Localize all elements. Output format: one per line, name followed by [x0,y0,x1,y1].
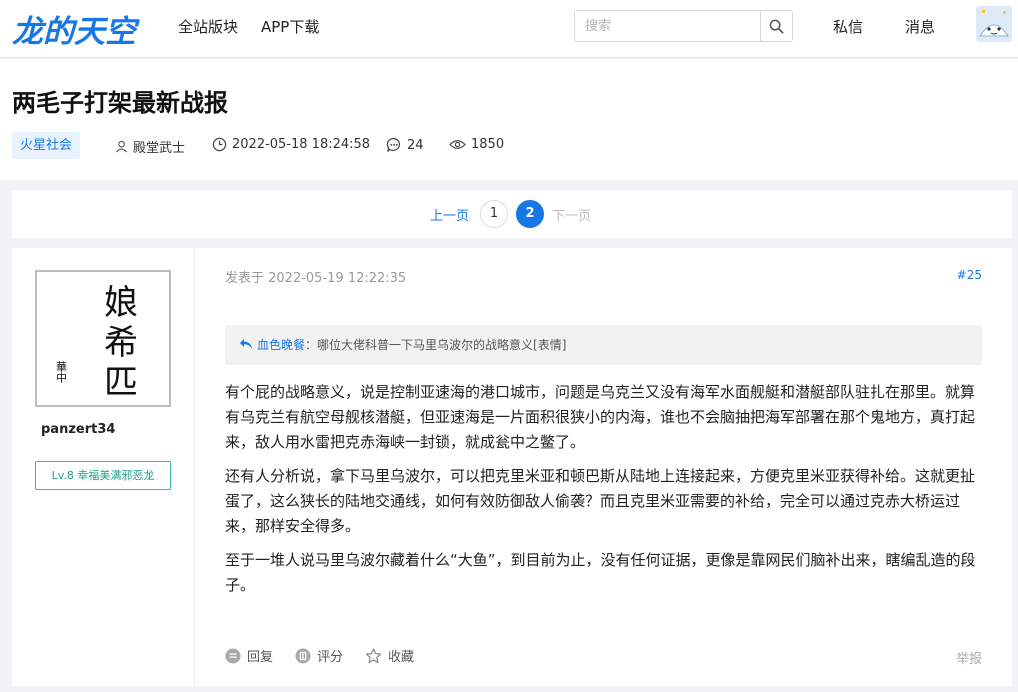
thread-title: 两毛子打架最新战报 [12,89,228,117]
search-button[interactable] [760,11,792,41]
star-icon [365,647,382,663]
private-messages-link[interactable]: 私信 [833,16,863,37]
favorite-label: 收藏 [388,650,415,665]
calligraphy-avatar-image: 娘 希 匹 華中 [37,272,169,405]
search-box [574,10,793,42]
notifications-link[interactable]: 消息 [905,16,935,37]
forum-badge[interactable]: 火星社会 [12,132,81,159]
thread-header [0,59,1018,180]
avatar-char-1: 娘 [104,283,138,323]
next-page-link: 下一页 [552,209,592,224]
post-paragraph-3: 至于一堆人说马里乌波尔藏着什么“大鱼”，到目前为止，没有任何证据，更像是靠网民们… [225,551,976,594]
favorite-button[interactable]: 收藏 [365,646,414,665]
thread-author[interactable]: 殿堂武士 [115,137,185,156]
comment-icon [386,137,401,152]
post-paragraph-1: 有个屁的战略意义，说是控制亚速海的港口城市，问题是乌克兰又没有海军水面舰艇和潜艇… [225,383,976,451]
thread-replies: 24 [386,137,424,153]
floor-number[interactable]: #25 [957,268,982,282]
post-time: 发表于 2022-05-19 12:22:35 [225,271,407,286]
reply-bubble-icon [225,648,241,663]
rate-icon [295,648,311,663]
post-author-avatar[interactable]: 娘 希 匹 華中 [35,270,171,407]
avatar-char-2: 希 [104,323,138,363]
eye-icon [449,140,466,149]
user-avatar[interactable] [976,6,1012,42]
post-actions: 回复 评分 收藏 [225,646,414,665]
pagination: 上一页 1 2 下一页 [12,190,1012,238]
avatar-char-3: 匹 [104,363,138,403]
user-level-badge: Lv.8 幸福美满邪恶龙 [35,461,171,490]
thread-datetime-text: 2022-05-18 18:24:58 [232,137,371,152]
cartoon-avatar-icon [976,6,1012,42]
post-content: 有个屁的战略意义，说是控制亚速海的港口城市，问题是乌克兰又没有海军水面舰艇和潜艇… [225,380,985,607]
thread-views: 1850 [449,137,504,152]
prev-page-link[interactable]: 上一页 [430,205,469,224]
reply-button[interactable]: 回复 [225,646,273,665]
thread-datetime: 2022-05-18 18:24:58 [212,137,370,152]
rate-button[interactable]: 评分 [295,646,343,665]
search-input[interactable] [575,11,761,41]
thread-author-name: 殿堂武士 [133,141,186,156]
nav-app-download-link[interactable]: APP下载 [261,16,319,37]
rate-label: 评分 [317,650,344,665]
reply-label: 回复 [247,650,274,665]
avatar-seal: 華中 [55,361,68,383]
page-2-button-current[interactable]: 2 [516,200,544,228]
nav-forums-link[interactable]: 全站版块 [178,16,238,37]
clock-icon [212,137,227,152]
post-author-panel: 娘 希 匹 華中 panzert34 Lv.8 幸福美满邪恶龙 [12,248,195,686]
top-bar: 龙的天空 全站版块 APP下载 私信 消息 [0,0,1018,58]
quote-block: 血色晚餐：哪位大佬科普一下马里乌波尔的战略意义[表情] [225,325,982,365]
quote-text: ：哪位大佬科普一下马里乌波尔的战略意义[表情] [305,338,567,352]
reply-arrow-icon [240,339,252,349]
post-paragraph-2: 还有人分析说，拿下马里乌波尔，可以把克里米亚和顿巴斯从陆地上连接起来，方便克里米… [225,467,976,535]
post: 娘 希 匹 華中 panzert34 Lv.8 幸福美满邪恶龙 发表于 2022… [12,248,1012,686]
user-icon [115,140,128,153]
thread-replies-count: 24 [407,137,424,153]
thread-views-count: 1850 [471,137,505,152]
site-logo[interactable]: 龙的天空 [12,6,136,51]
post-author-name[interactable]: panzert34 [41,422,115,437]
search-icon [769,19,784,33]
page-1-button[interactable]: 1 [480,200,508,228]
report-link[interactable]: 举报 [956,648,982,667]
quote-username[interactable]: 血色晚餐 [257,338,305,352]
